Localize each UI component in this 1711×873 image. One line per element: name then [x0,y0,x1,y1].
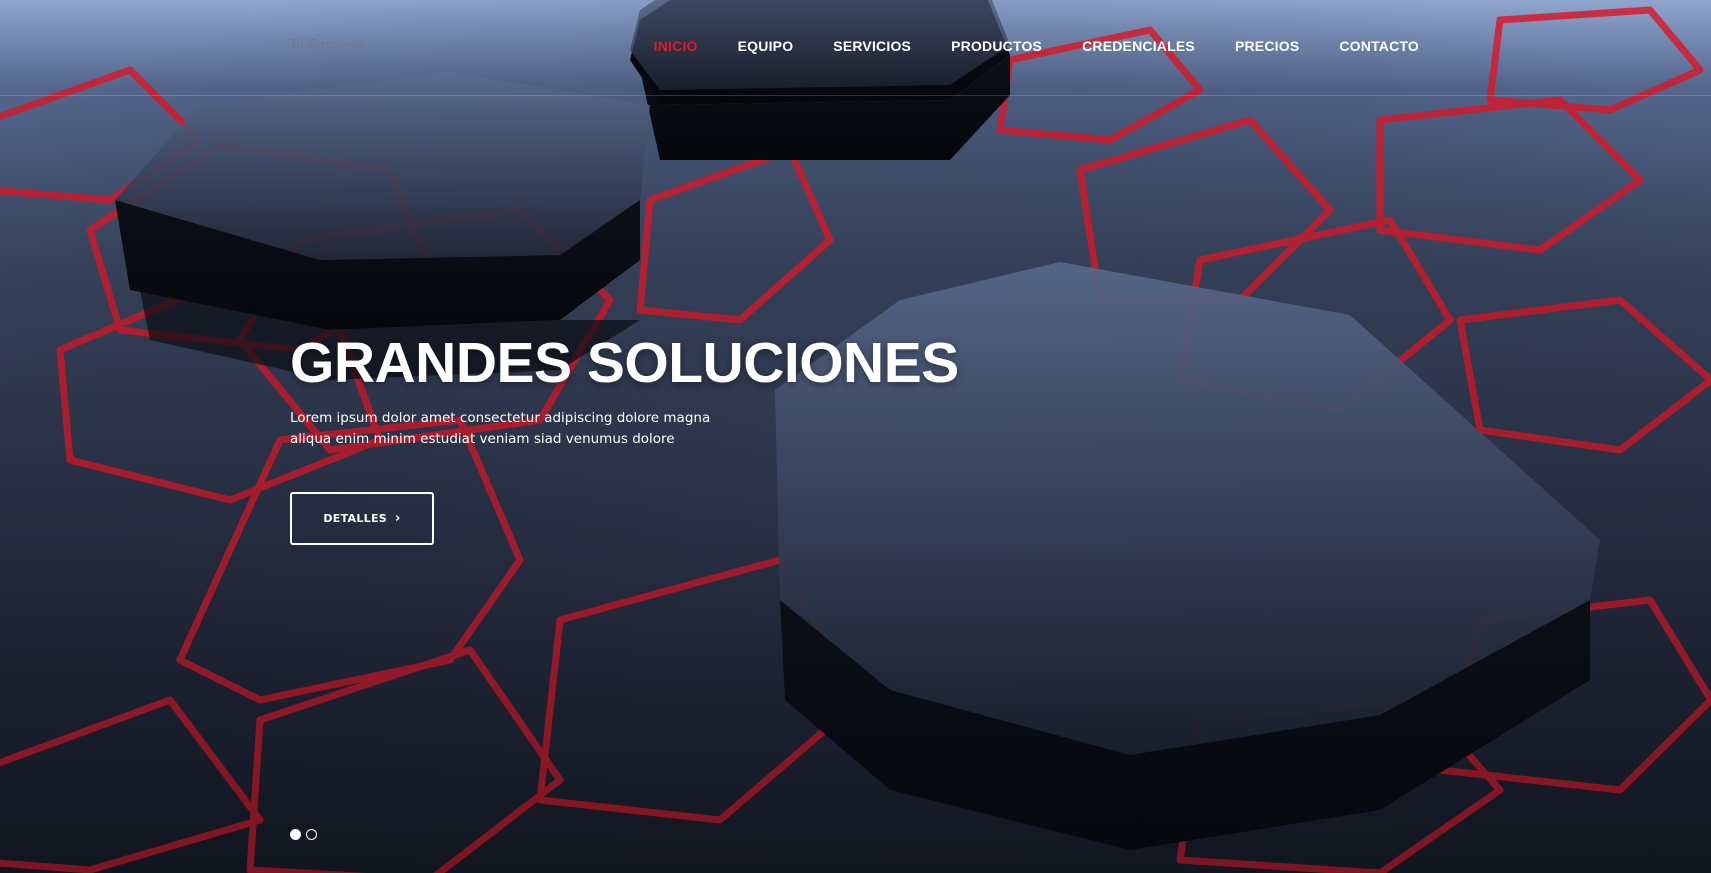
slider-pagination [290,829,317,840]
slide-dot-1[interactable] [290,829,301,840]
main-nav: INICIO EQUIPO SERVICIOS PRODUCTOS CREDEN… [614,38,1419,56]
navbar: Tu Empresa INICIO EQUIPO SERVICIOS PRODU… [0,0,1711,96]
nav-item-equipo: EQUIPO [738,38,794,56]
nav-link-equipo[interactable]: EQUIPO [738,38,794,54]
hero-slider: Tu Empresa INICIO EQUIPO SERVICIOS PRODU… [0,0,1711,873]
details-button[interactable]: DETALLES › [290,492,434,545]
nav-item-servicios: SERVICIOS [833,38,911,56]
nav-link-precios[interactable]: PRECIOS [1235,38,1299,54]
nav-link-contacto[interactable]: CONTACTO [1339,38,1419,54]
details-button-label: DETALLES [323,512,387,525]
nav-link-credenciales[interactable]: CREDENCIALES [1082,38,1195,54]
chevron-right-icon: › [395,511,401,526]
nav-item-contacto: CONTACTO [1339,38,1419,56]
nav-link-inicio[interactable]: INICIO [654,38,698,54]
nav-link-servicios[interactable]: SERVICIOS [833,38,911,54]
nav-item-inicio: INICIO [654,38,698,56]
hero-headline: GRANDES SOLUCIONES [290,331,959,395]
hero-subtitle: Lorem ipsum dolor amet consectetur adipi… [290,410,711,447]
nav-item-credenciales: CREDENCIALES [1082,38,1195,56]
hero-content: GRANDES SOLUCIONES Lorem ipsum dolor ame… [290,330,959,450]
slide-dot-2[interactable] [306,829,317,840]
brand-logo[interactable]: Tu Empresa [290,38,365,53]
nav-item-productos: PRODUCTOS [951,38,1042,56]
nav-item-precios: PRECIOS [1235,38,1299,56]
nav-link-productos[interactable]: PRODUCTOS [951,38,1042,54]
